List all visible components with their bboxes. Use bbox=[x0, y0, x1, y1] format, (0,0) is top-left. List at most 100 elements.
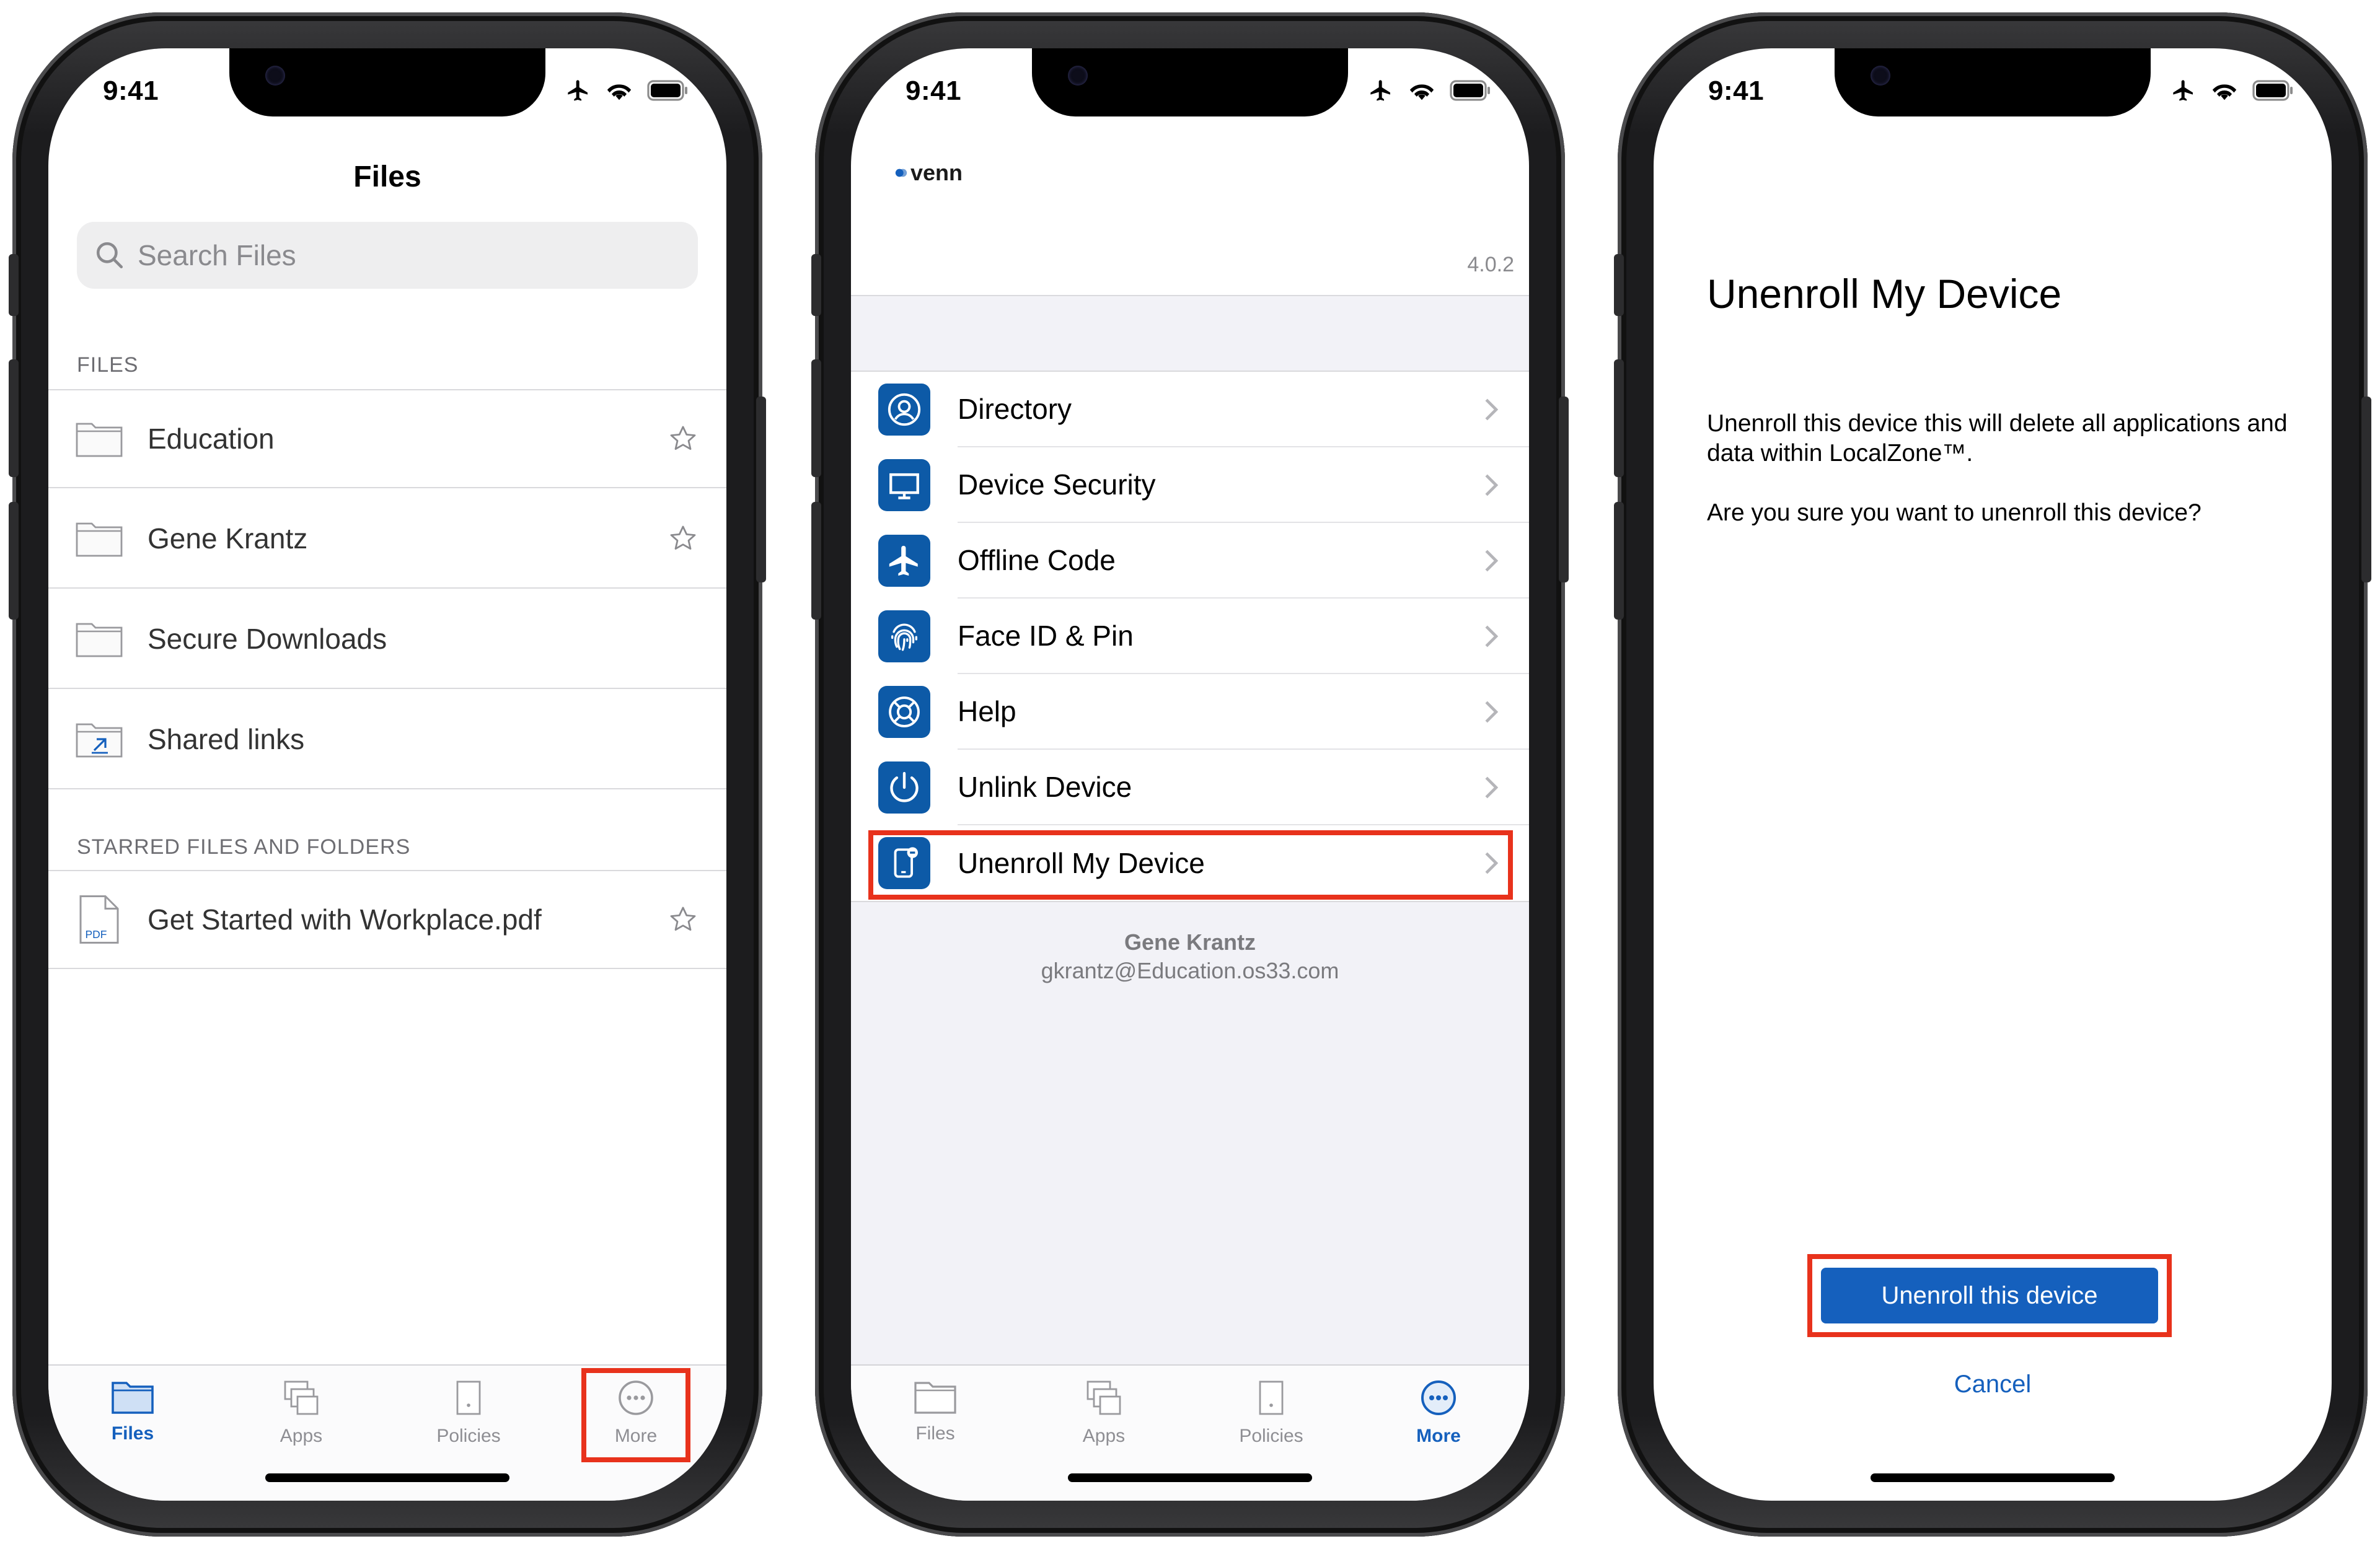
pdf-badge: PDF bbox=[86, 928, 107, 941]
status-icons bbox=[2171, 78, 2294, 103]
apps-icon bbox=[1086, 1380, 1121, 1415]
menu-item-device-security[interactable]: Device Security bbox=[851, 447, 1529, 523]
tab-label: More bbox=[1416, 1426, 1461, 1446]
list-item-label: Gene Krantz bbox=[148, 522, 308, 555]
wifi-icon bbox=[1409, 84, 1434, 100]
user-name: Gene Krantz bbox=[1124, 929, 1256, 955]
power-icon bbox=[890, 771, 919, 802]
battery-icon bbox=[1450, 80, 1490, 101]
list-item-label: Education bbox=[148, 423, 275, 455]
menu-item-label: Device Security bbox=[958, 447, 1529, 523]
status-time: 9:41 bbox=[1708, 76, 1765, 106]
menu-item-label: Unlink Device bbox=[958, 750, 1529, 825]
camera-icon bbox=[1871, 66, 1890, 86]
list-item[interactable]: PDF Get Started with Workplace.pdf bbox=[48, 870, 726, 969]
folder-icon bbox=[76, 522, 123, 557]
menu-item-unlink-device[interactable]: Unlink Device bbox=[851, 750, 1529, 825]
highlight-box-confirm bbox=[1807, 1254, 2172, 1337]
settings-menu: Directory Device Security Offline Code F… bbox=[851, 371, 1529, 902]
highlight-box-unenroll bbox=[868, 830, 1513, 900]
notch bbox=[229, 48, 545, 116]
user-email: gkrantz@Education.os33.com bbox=[1041, 958, 1339, 983]
apps-icon bbox=[284, 1380, 319, 1415]
menu-item-directory[interactable]: Directory bbox=[851, 372, 1529, 447]
list-item[interactable]: Education bbox=[48, 389, 726, 488]
list-item-label: Shared links bbox=[148, 723, 305, 755]
unenroll-screen: 9:41 Unenroll My Device Unenroll this de… bbox=[1654, 48, 2332, 1501]
list-item[interactable]: Gene Krantz bbox=[48, 489, 726, 589]
tab-policies[interactable]: Policies bbox=[407, 1378, 531, 1447]
status-icons bbox=[565, 78, 689, 103]
camera-icon bbox=[265, 66, 285, 86]
more-screen: 9:41 venn 4.0.2 Directory Device Securit… bbox=[851, 48, 1529, 1501]
tab-label: Policies bbox=[436, 1426, 501, 1446]
menu-item-label: Directory bbox=[958, 372, 1529, 447]
status-icons bbox=[1368, 78, 1492, 103]
list-item[interactable]: Secure Downloads bbox=[48, 590, 726, 689]
page-title: Files bbox=[353, 160, 421, 193]
unenroll-question: Are you sure you want to unenroll this d… bbox=[1707, 499, 2202, 526]
phone-frame-unenroll: 9:41 Unenroll My Device Unenroll this de… bbox=[1614, 12, 2371, 1537]
battery-icon bbox=[647, 80, 687, 101]
tab-policies[interactable]: Policies bbox=[1209, 1378, 1333, 1447]
more-icon bbox=[1421, 1380, 1456, 1415]
search-placeholder: Search Files bbox=[138, 239, 296, 271]
phone-frame-files: 9:41 Files Search Files FILES Education … bbox=[9, 12, 766, 1537]
home-indicator bbox=[1068, 1473, 1312, 1482]
tab-label: Apps bbox=[1082, 1426, 1126, 1446]
chevron-right-icon bbox=[1485, 550, 1499, 572]
tab-files[interactable]: Files bbox=[873, 1378, 997, 1444]
chevron-right-icon bbox=[1485, 474, 1499, 496]
brand-logo: venn bbox=[894, 160, 963, 186]
folder-icon bbox=[76, 623, 123, 657]
phone-frame-more: 9:41 venn 4.0.2 Directory Device Securit… bbox=[811, 12, 1569, 1537]
tab-label: Policies bbox=[1239, 1426, 1303, 1446]
search-input[interactable]: Search Files bbox=[77, 222, 698, 289]
camera-icon bbox=[1068, 66, 1088, 86]
menu-item-offline-code[interactable]: Offline Code bbox=[851, 523, 1529, 599]
chevron-right-icon bbox=[1485, 701, 1499, 723]
chevron-right-icon bbox=[1485, 398, 1499, 421]
star-icon[interactable] bbox=[668, 524, 698, 553]
notch bbox=[1835, 48, 2151, 116]
highlight-box-more bbox=[581, 1368, 690, 1462]
tab-label: Files bbox=[915, 1423, 955, 1444]
page-title: Unenroll My Device bbox=[1707, 271, 2062, 317]
fingerprint-icon bbox=[891, 623, 918, 651]
menu-item-label: Help bbox=[958, 674, 1529, 750]
menu-item-label: Offline Code bbox=[958, 523, 1529, 599]
brand-name: venn bbox=[910, 160, 963, 185]
tab-files[interactable]: Files bbox=[71, 1378, 195, 1444]
wifi-icon bbox=[607, 84, 632, 100]
home-indicator bbox=[265, 1473, 509, 1482]
policies-icon bbox=[456, 1380, 481, 1415]
menu-item-help[interactable]: Help bbox=[851, 674, 1529, 750]
cancel-button[interactable]: Cancel bbox=[1654, 1371, 2332, 1398]
folder-icon bbox=[112, 1382, 154, 1414]
tab-more[interactable]: More bbox=[1377, 1378, 1501, 1447]
battery-icon bbox=[2252, 80, 2293, 101]
list-item[interactable]: Shared links bbox=[48, 690, 726, 789]
tab-apps[interactable]: Apps bbox=[1042, 1378, 1166, 1447]
star-icon[interactable] bbox=[668, 424, 698, 454]
notch bbox=[1032, 48, 1348, 116]
search-icon bbox=[96, 242, 123, 269]
list-item-label: Get Started with Workplace.pdf bbox=[148, 903, 542, 936]
section-header-files: FILES bbox=[77, 353, 139, 377]
venn-logo-icon bbox=[895, 169, 907, 177]
tab-label: Files bbox=[111, 1423, 154, 1444]
airplane-mode-icon bbox=[2173, 80, 2193, 101]
folder-icon bbox=[914, 1382, 956, 1414]
wifi-icon bbox=[2212, 84, 2237, 100]
star-icon[interactable] bbox=[668, 905, 698, 934]
tab-apps[interactable]: Apps bbox=[239, 1378, 363, 1447]
status-time: 9:41 bbox=[906, 76, 962, 106]
person-circle-icon bbox=[888, 393, 921, 426]
menu-item-label: Face ID & Pin bbox=[958, 599, 1529, 674]
lifebuoy-icon bbox=[889, 696, 920, 727]
policies-icon bbox=[1259, 1380, 1284, 1415]
shared-folder-icon bbox=[76, 723, 123, 758]
menu-item-face-id-pin[interactable]: Face ID & Pin bbox=[851, 599, 1529, 674]
app-version: 4.0.2 bbox=[1467, 253, 1514, 276]
pdf-file-icon: PDF bbox=[79, 895, 119, 944]
